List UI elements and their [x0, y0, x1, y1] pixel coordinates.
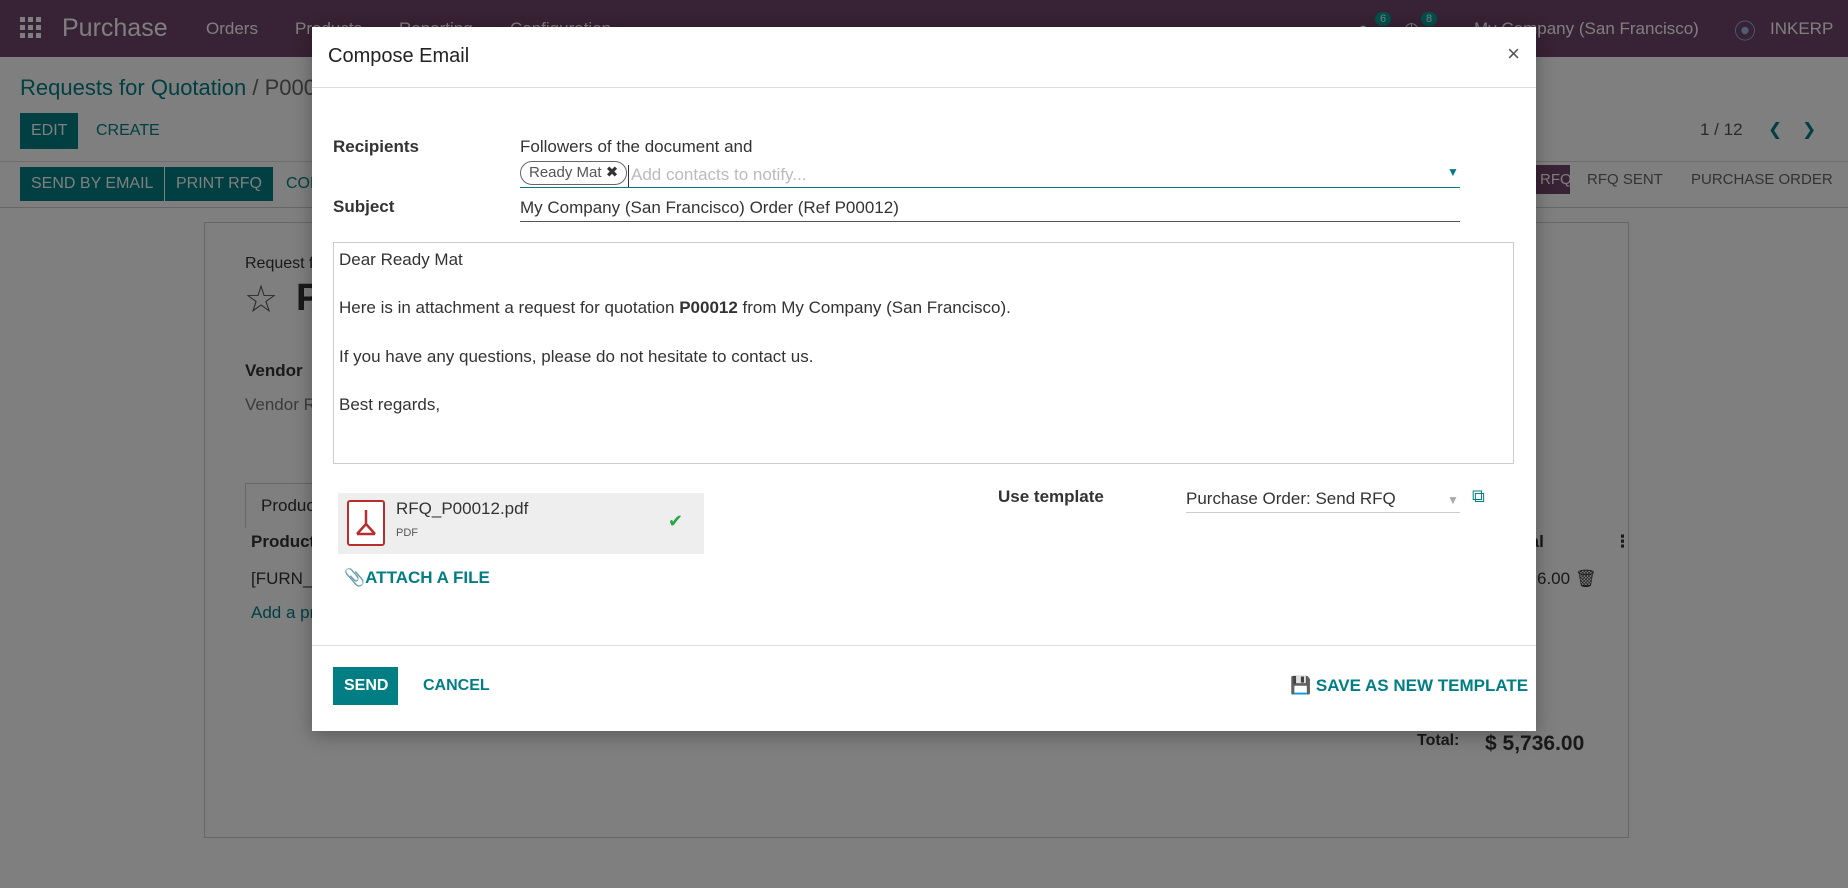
pdf-file-icon — [347, 500, 385, 546]
save-as-template-button[interactable]: 💾 SAVE AS NEW TEMPLATE — [1290, 676, 1528, 696]
external-link-icon[interactable]: ⧉ — [1472, 486, 1485, 507]
attachment-name[interactable]: RFQ_P00012.pdf — [396, 499, 528, 519]
recipient-tag-label: Ready Mat — [529, 164, 602, 181]
chevron-down-icon[interactable]: ▼ — [1447, 165, 1459, 179]
template-select[interactable]: Purchase Order: Send RFQ — [1186, 489, 1396, 509]
cancel-button[interactable]: CANCEL — [412, 667, 501, 705]
compose-email-dialog: Compose Email × Recipients Followers of … — [312, 27, 1536, 731]
remove-tag-icon[interactable]: ✖ — [606, 164, 619, 181]
recipients-label: Recipients — [333, 137, 419, 156]
body-line-3: Best regards, — [339, 395, 441, 414]
attachment-type: PDF — [396, 527, 418, 539]
body-line-1-end: from My Company (San Francisco). — [737, 298, 1011, 317]
email-body-editor[interactable]: Dear Ready Mat Here is in attachment a r… — [333, 242, 1514, 464]
template-underline — [1186, 512, 1460, 513]
save-as-template-label: SAVE AS NEW TEMPLATE — [1315, 676, 1529, 695]
use-template-label: Use template — [998, 487, 1104, 506]
subject-label: Subject — [333, 197, 395, 216]
recipient-tag[interactable]: Ready Mat ✖ — [520, 161, 628, 185]
attach-file-label: ATTACH A FILE — [365, 568, 490, 587]
body-line-2: If you have any questions, please do not… — [339, 347, 814, 366]
save-icon: 💾 — [1290, 676, 1312, 695]
dialog-header: Compose Email × — [312, 27, 1536, 88]
close-icon[interactable]: × — [1507, 41, 1520, 67]
order-reference: P00012 — [679, 298, 738, 317]
attachment-item[interactable]: RFQ_P00012.pdf PDF ✔ — [338, 493, 704, 554]
followers-text: Followers of the document and — [520, 137, 753, 156]
subject-input[interactable]: My Company (San Francisco) Order (Ref P0… — [520, 198, 899, 218]
contacts-underline — [520, 187, 1460, 188]
dialog-title: Compose Email — [328, 45, 470, 67]
dialog-footer: SEND CANCEL 💾 SAVE AS NEW TEMPLATE — [312, 645, 1536, 732]
chevron-down-icon[interactable]: ▼ — [1447, 493, 1459, 507]
send-button[interactable]: SEND — [333, 667, 398, 705]
contacts-input[interactable]: Add contacts to notify... — [628, 165, 1451, 187]
paperclip-icon: 📎 — [344, 568, 366, 587]
body-line-1-text: Here is in attachment a request for quot… — [339, 298, 680, 317]
upload-success-check-icon: ✔ — [668, 511, 684, 531]
subject-underline — [520, 221, 1460, 222]
attach-file-link[interactable]: 📎ATTACH A FILE — [344, 568, 490, 588]
body-line-1: Here is in attachment a request for quot… — [339, 298, 1011, 318]
body-greeting: Dear Ready Mat — [339, 250, 463, 269]
